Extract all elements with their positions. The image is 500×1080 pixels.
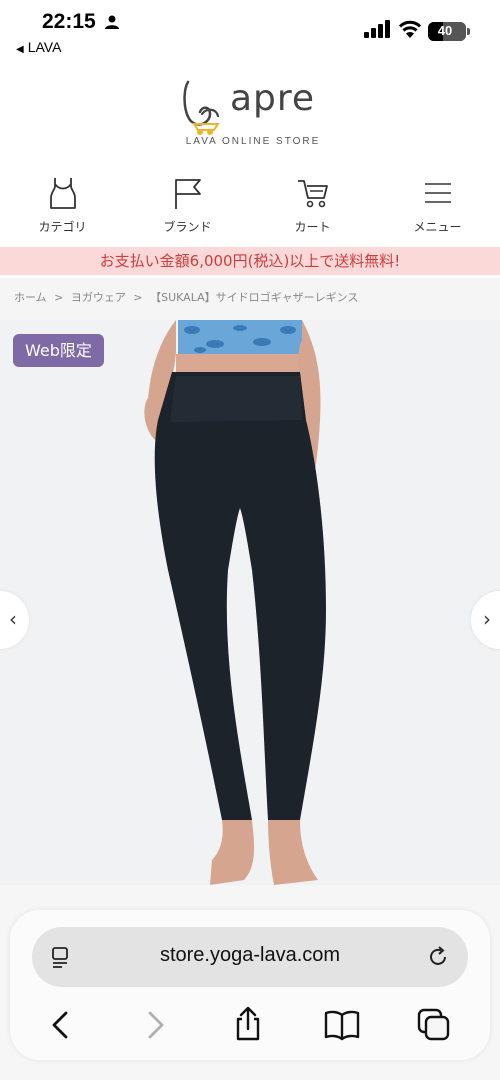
logo-mark-icon [183,80,220,135]
product-photo [144,320,326,885]
back-app-label: LAVA [27,39,62,55]
nav-cart[interactable]: カート [250,172,375,242]
flag-icon [174,179,201,209]
battery-indicator: 40 [428,22,466,41]
person-icon [105,15,119,29]
nav-cart-label: カート [294,220,331,234]
breadcrumb-separator: > [133,291,143,304]
nav-category[interactable]: カテゴリ [0,172,125,242]
back-triangle-icon: ◀ [16,44,24,55]
back-arrow-icon[interactable] [40,1005,80,1045]
breadcrumb-yogawear[interactable]: ヨガウェア [71,291,126,304]
product-image-carousel[interactable]: Web限定 ‹ › [0,320,500,885]
web-exclusive-badge: Web限定 [13,334,104,367]
cellular-signal-icon [364,20,390,38]
header-nav: カテゴリ ブランド カート メニュー [0,172,500,242]
chevron-right-icon: › [483,607,491,631]
status-bar: 22:15 ◀ LAVA 40 [0,0,500,60]
wifi-icon [398,20,422,38]
breadcrumb-separator: > [54,291,64,304]
breadcrumb: ホーム > ヨガウェア > 【SUKALA】サイドロゴギャザーレギンス [0,278,500,320]
free-shipping-banner: お支払い金額6,000円(税込)以上で送料無料! [0,247,500,275]
store-logo[interactable]: apre LAVA ONLINE STORE [0,70,500,150]
cart-icon [297,180,328,208]
menu-icon [424,183,451,203]
back-to-app-link[interactable]: ◀ LAVA [16,39,61,55]
forward-arrow-icon[interactable] [136,1005,176,1045]
battery-nub [467,28,470,35]
url-text: store.yoga-lava.com [159,944,341,966]
logo-subtitle: LAVA ONLINE STORE [185,136,321,147]
bookmarks-icon[interactable] [322,1005,362,1045]
reload-icon[interactable] [426,945,450,969]
tabs-icon[interactable] [414,1005,454,1045]
share-icon[interactable] [228,1005,268,1045]
battery-level-text: 40 [437,23,453,38]
logo-wordmark: apre [230,78,316,119]
breadcrumb-home[interactable]: ホーム [14,291,47,304]
status-time: 22:15 [42,10,96,33]
nav-category-label: カテゴリ [38,220,87,234]
nav-menu[interactable]: メニュー [375,172,500,242]
address-bar[interactable]: store.yoga-lava.com [32,927,468,987]
nav-brand-label: ブランド [163,220,212,234]
tank-top-icon [49,178,76,209]
chevron-left-icon: ‹ [9,607,17,631]
nav-menu-label: メニュー [413,220,462,234]
nav-brand[interactable]: ブランド [125,172,250,242]
breadcrumb-current: 【SUKALA】サイドロゴギャザーレギンス [150,291,359,304]
